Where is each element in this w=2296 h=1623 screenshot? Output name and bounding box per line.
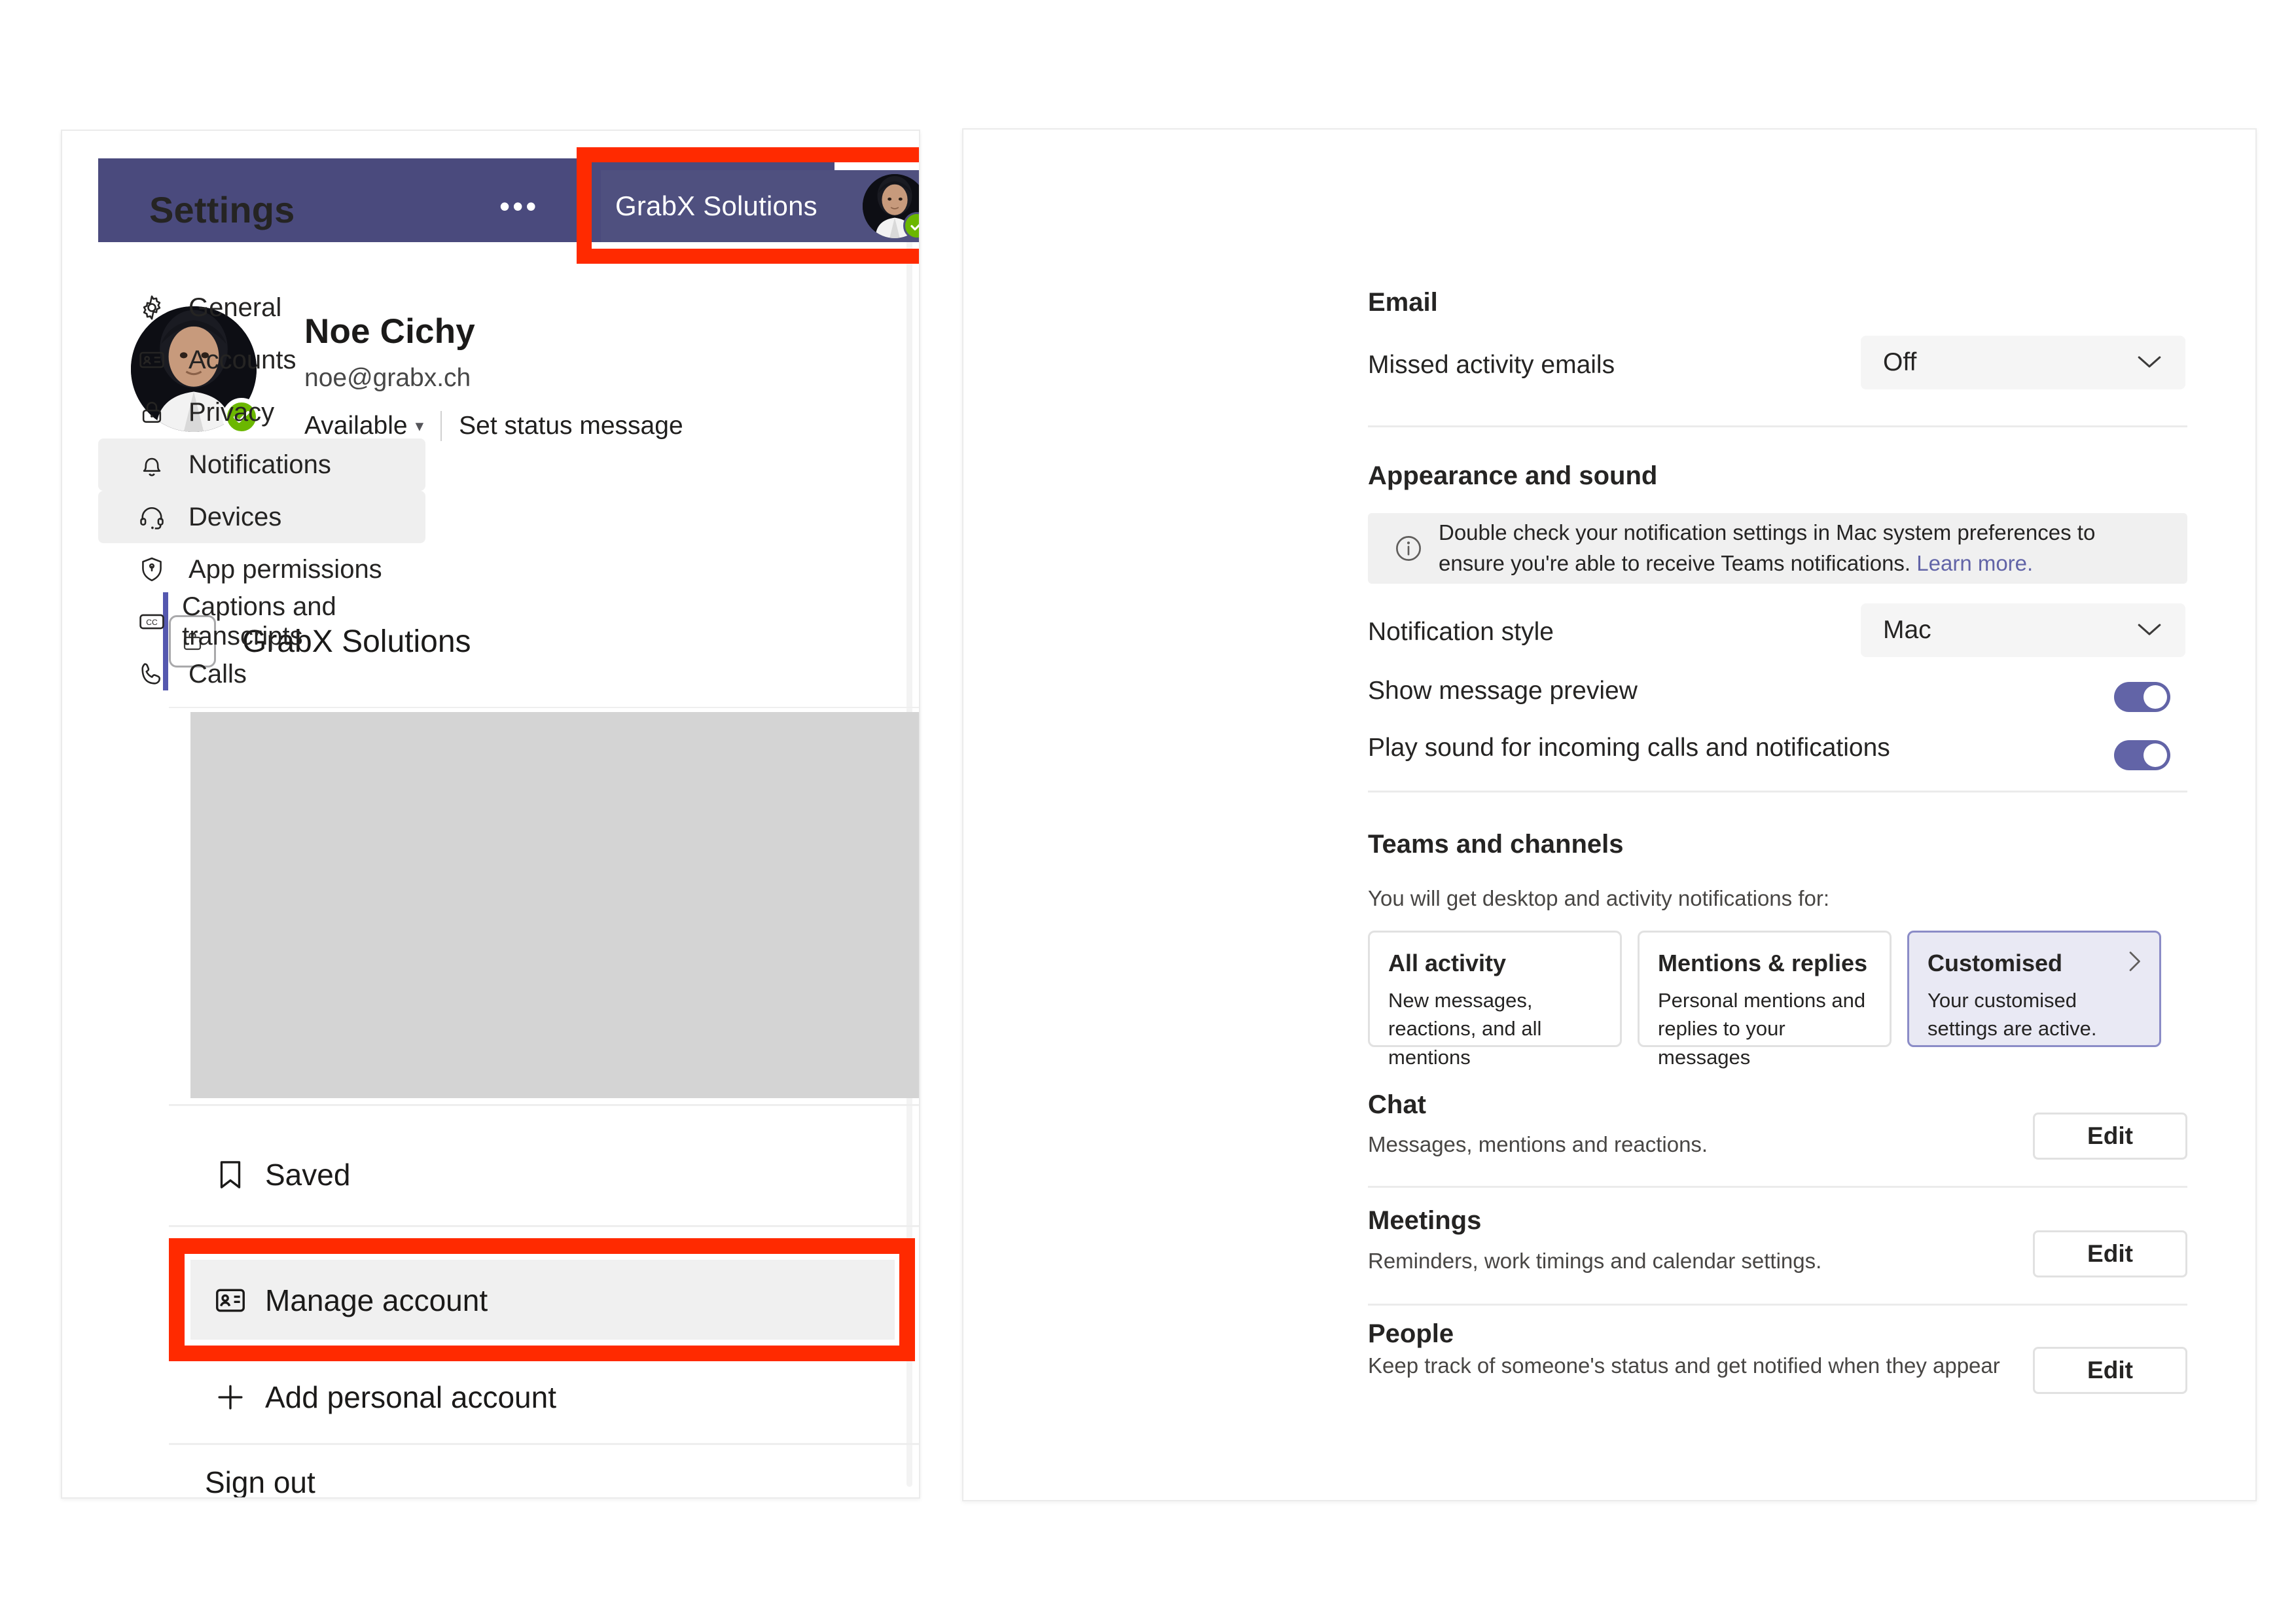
menu-item-label: Add personal account (265, 1380, 556, 1414)
lock-icon (137, 398, 185, 427)
sidebar-item-privacy[interactable]: Privacy (98, 386, 425, 438)
divider (169, 1104, 919, 1106)
edit-chat-button[interactable]: Edit (2033, 1113, 2187, 1160)
notification-style-dropdown[interactable]: Mac (1861, 603, 2185, 657)
shield-lock-icon (137, 555, 185, 584)
sidebar-item-label: Calls (188, 659, 247, 688)
sidebar-item-label: Notifications (188, 450, 331, 479)
section-heading-appearance-and-sound: Appearance and sound (1368, 461, 1658, 490)
preset-card-mentions-and-replies[interactable]: Mentions & replies Personal mentions and… (1638, 931, 1892, 1069)
sidebar-item-label: Accounts (188, 345, 296, 374)
section-description-meetings: Reminders, work timings and calendar set… (1368, 1249, 1822, 1273)
sidebar-item-general[interactable]: General (98, 281, 425, 334)
dropdown-value: Off (1883, 348, 1917, 376)
learn-more-link[interactable]: Learn more. (1916, 551, 2033, 575)
missed-activity-emails-label: Missed activity emails (1368, 351, 1615, 379)
overflow-menu-icon[interactable]: ••• (499, 191, 539, 221)
id-card-icon (137, 346, 185, 374)
settings-nav: General Accounts Privacy Notifications D… (98, 281, 425, 700)
screenshot-root: ••• GrabX Solutions Noe Cichy noe@grabx.… (0, 0, 2296, 1623)
sidebar-item-app-permissions[interactable]: App permissions (98, 543, 425, 596)
chevron-down-icon (2136, 616, 2163, 645)
bookmark-icon (213, 1157, 265, 1192)
preset-card-title: Customised (1928, 950, 2063, 976)
gear-icon (137, 293, 185, 322)
headset-icon (137, 503, 185, 531)
sidebar-item-notifications[interactable]: Notifications (98, 438, 425, 491)
notification-info-banner: Double check your notification settings … (1368, 513, 2187, 584)
preset-card-description: Personal mentions and replies to your me… (1658, 989, 1866, 1069)
highlight-box-manage-account (169, 1238, 915, 1361)
bell-icon (137, 450, 185, 479)
dropdown-value: Mac (1883, 616, 1931, 644)
teams-and-channels-subtitle: You will get desktop and activity notifi… (1368, 886, 1830, 910)
content-placeholder-block (190, 712, 919, 1098)
chevron-down-icon (2136, 348, 2163, 377)
sidebar-item-captions-and-transcripts[interactable]: CC Captions and transcripts (98, 592, 425, 651)
preset-card-description: New messages, reactions, and all mention… (1388, 989, 1542, 1069)
divider (1368, 791, 2187, 793)
notification-style-label: Notification style (1368, 618, 1554, 646)
section-heading-email: Email (1368, 288, 1438, 317)
sign-out-button[interactable]: Sign out (205, 1465, 315, 1497)
divider (440, 411, 442, 441)
section-description-people: Keep track of someone's status and get n… (1368, 1353, 2000, 1378)
show-message-preview-toggle[interactable] (2114, 682, 2170, 712)
highlight-box-org-switcher (577, 147, 919, 264)
section-heading-chat: Chat (1368, 1090, 1426, 1119)
menu-item-add-personal-account[interactable]: Add personal account (213, 1364, 867, 1430)
divider (169, 707, 919, 708)
phone-icon (137, 660, 185, 688)
section-heading-teams-and-channels: Teams and channels (1368, 830, 1624, 859)
section-description-chat: Messages, mentions and reactions. (1368, 1132, 1708, 1156)
sidebar-item-accounts[interactable]: Accounts (98, 334, 425, 386)
divider (169, 1225, 919, 1227)
toggle-knob (2144, 743, 2167, 767)
plus-icon (213, 1380, 265, 1415)
page-title: Settings (149, 189, 295, 230)
sidebar-item-label: Privacy (188, 397, 275, 427)
cc-icon: CC (137, 607, 178, 636)
menu-item-label: Saved (265, 1158, 351, 1192)
sidebar-item-label: App permissions (188, 554, 382, 584)
preset-card-all-activity[interactable]: All activity New messages, reactions, an… (1368, 931, 1622, 1069)
sidebar-item-label: Captions and transcripts (182, 592, 336, 651)
chevron-right-icon[interactable] (2126, 950, 2142, 976)
preset-card-customised[interactable]: Customised Your customised settings are … (1907, 931, 2161, 1047)
toggle-knob (2144, 685, 2167, 709)
section-heading-meetings: Meetings (1368, 1206, 1482, 1235)
settings-panel (962, 128, 2257, 1501)
divider (1368, 425, 2187, 427)
notification-preset-cards: All activity New messages, reactions, an… (1368, 931, 2161, 1069)
divider (1368, 1186, 2187, 1188)
info-icon (1390, 533, 1427, 563)
svg-text:CC: CC (146, 618, 158, 627)
preset-card-title: All activity (1388, 950, 1507, 976)
sidebar-item-calls[interactable]: Calls (98, 648, 425, 700)
show-message-preview-label: Show message preview (1368, 677, 1638, 705)
edit-meetings-button[interactable]: Edit (2033, 1230, 2187, 1277)
divider (169, 1443, 919, 1445)
sidebar-item-label: General (188, 293, 282, 322)
set-status-message-button[interactable]: Set status message (459, 412, 683, 440)
info-banner-text: Double check your notification settings … (1439, 518, 2165, 579)
missed-activity-emails-dropdown[interactable]: Off (1861, 336, 2185, 389)
edit-people-button[interactable]: Edit (2033, 1347, 2187, 1394)
section-heading-people: People (1368, 1319, 1454, 1348)
sidebar-item-label: Devices (188, 502, 282, 531)
menu-item-saved[interactable]: Saved (213, 1139, 919, 1211)
sidebar-item-devices[interactable]: Devices (98, 491, 425, 543)
preset-card-description: Your customised settings are active. (1928, 989, 2097, 1041)
play-sound-toggle[interactable] (2114, 740, 2170, 770)
preset-card-title: Mentions & replies (1658, 950, 1868, 976)
play-sound-label: Play sound for incoming calls and notifi… (1368, 734, 1890, 762)
divider (1368, 1304, 2187, 1306)
